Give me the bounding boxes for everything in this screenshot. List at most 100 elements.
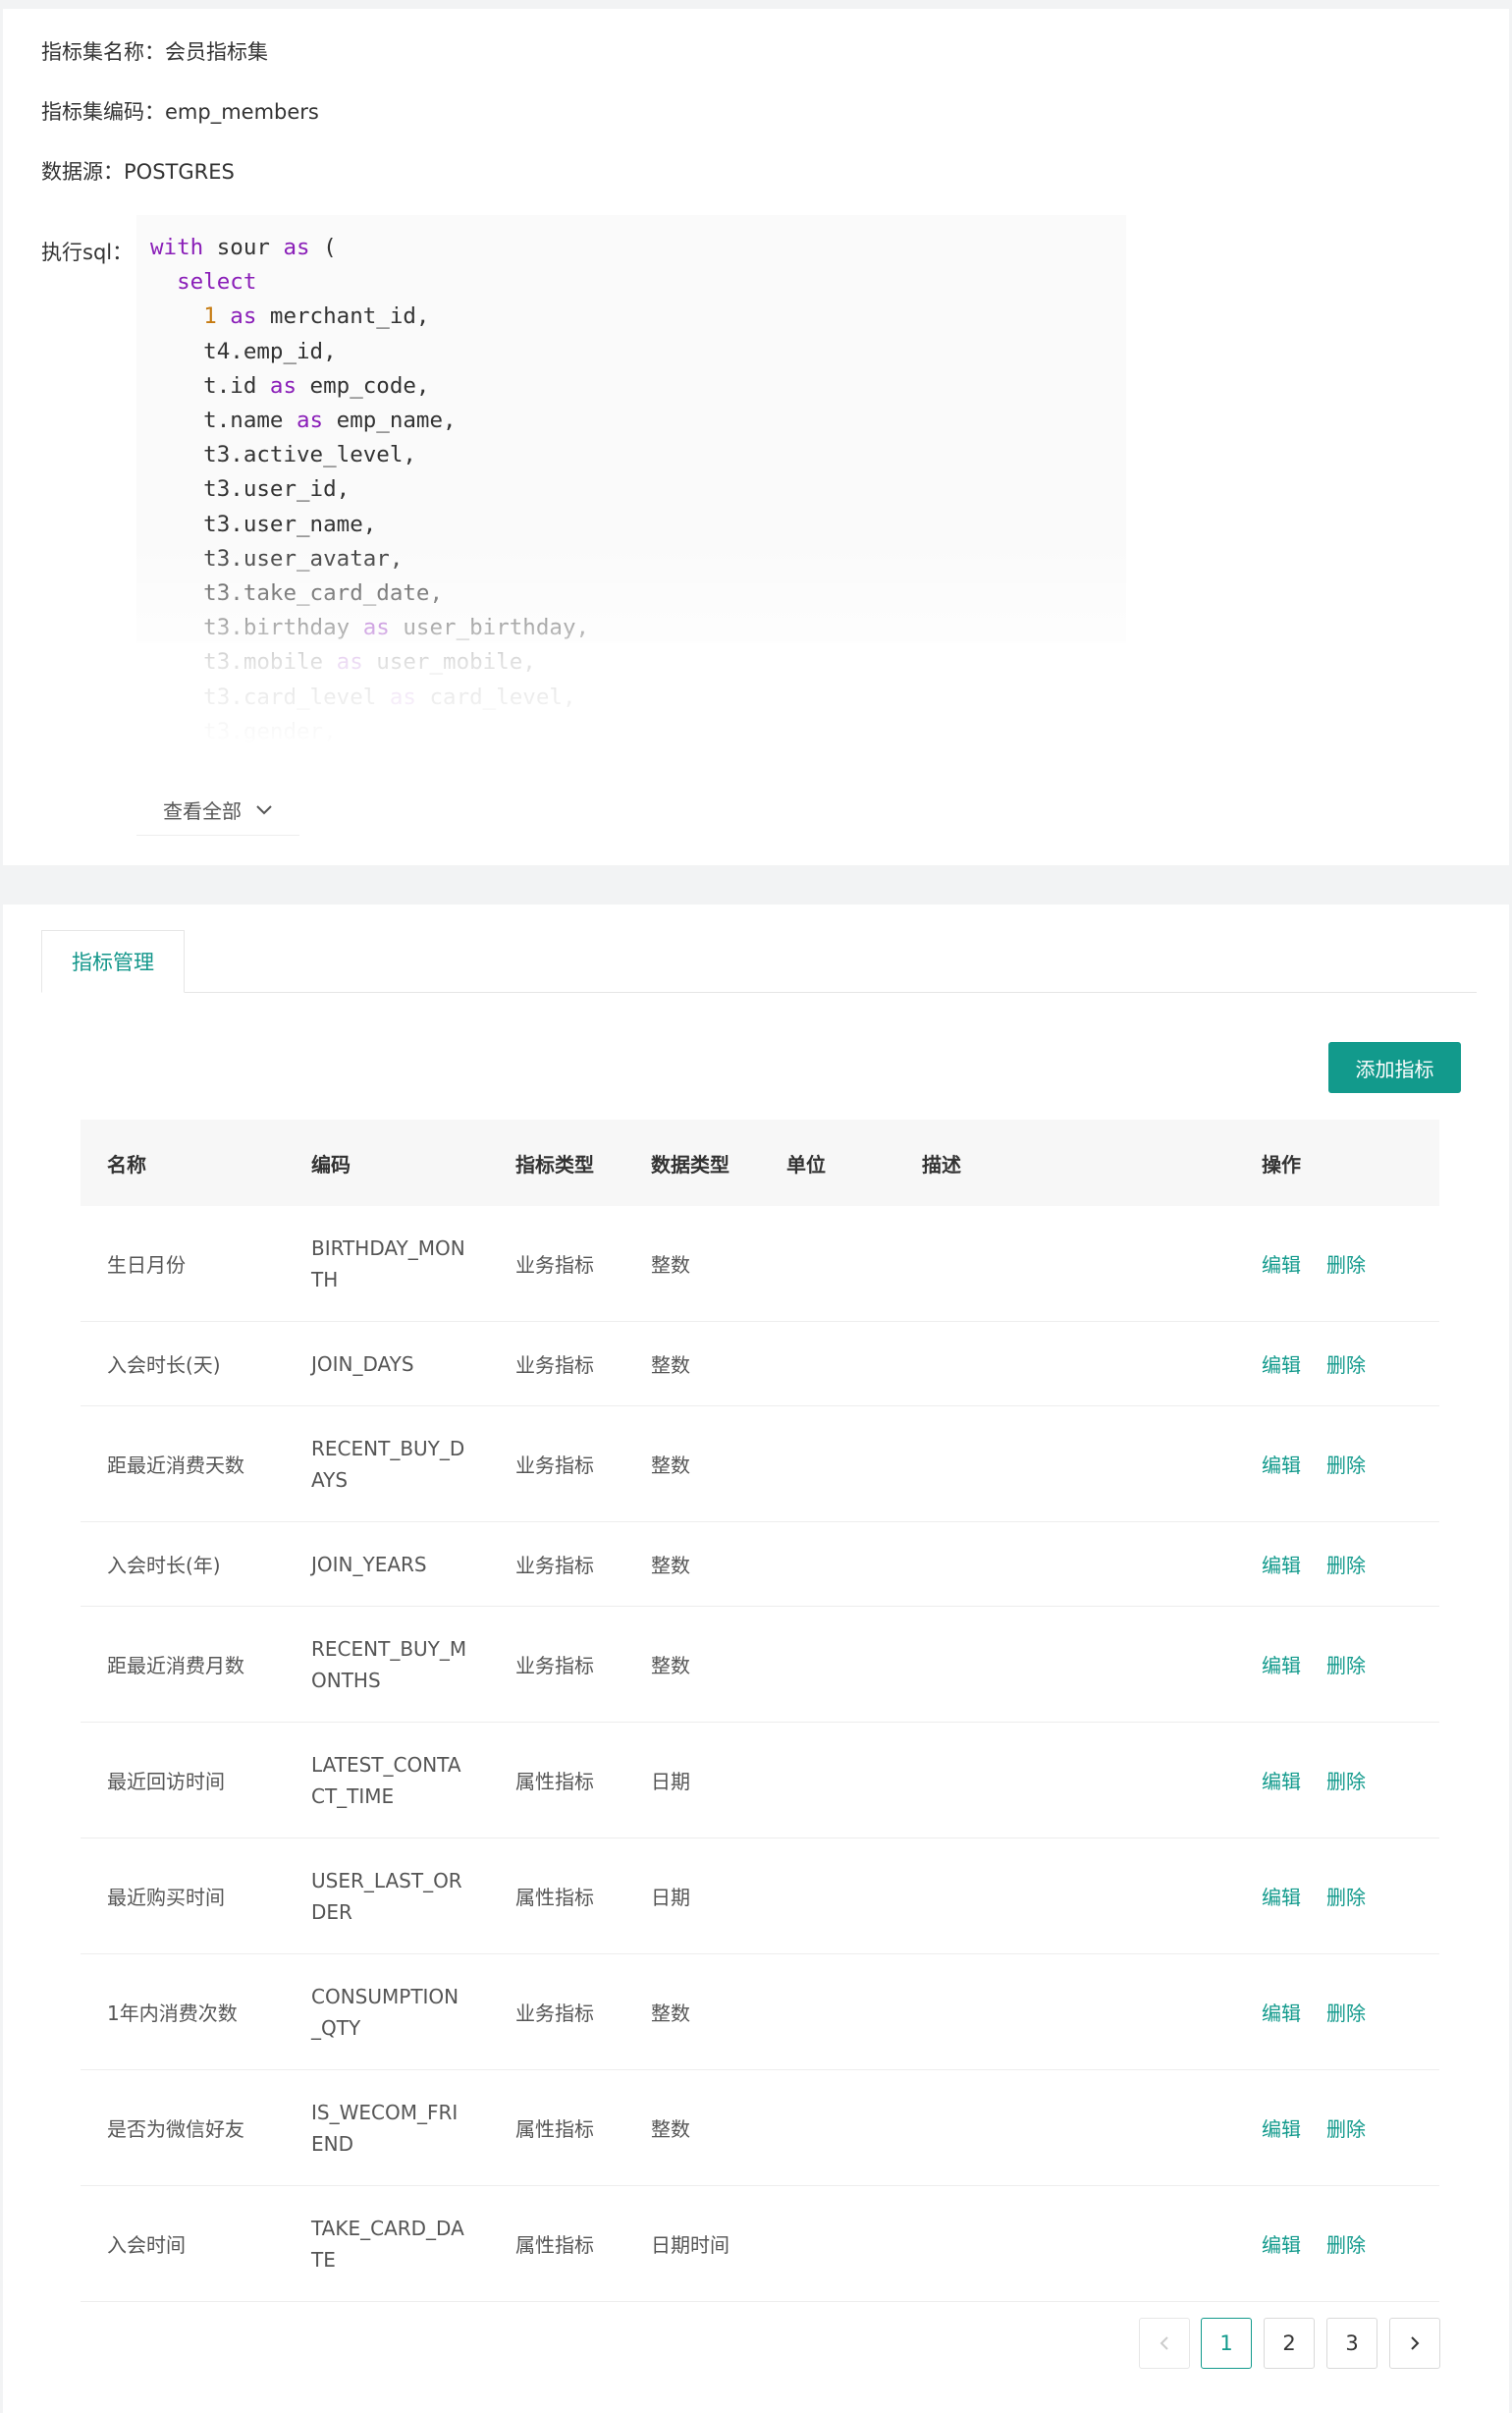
- cell-data-type: 整数: [651, 1554, 690, 1577]
- prev-page-button[interactable]: [1139, 2318, 1190, 2369]
- cell-data-type: 日期: [651, 1770, 690, 1793]
- table-row: 最近购买时间 USER_LAST_ORDER 属性指标 日期 编辑 删除: [81, 1838, 1439, 1954]
- cell-name: 距最近消费月数: [107, 1654, 244, 1677]
- cell-data-type: 整数: [651, 1353, 690, 1377]
- delete-link[interactable]: 删除: [1326, 1882, 1366, 1910]
- page-3-button[interactable]: 3: [1326, 2318, 1377, 2369]
- delete-link[interactable]: 删除: [1326, 1249, 1366, 1278]
- chevron-right-icon: [1411, 2336, 1420, 2350]
- cell-code: USER_LAST_ORDER: [311, 1868, 462, 1924]
- delete-link[interactable]: 删除: [1326, 1650, 1366, 1678]
- add-indicator-label: 添加指标: [1355, 1057, 1434, 1081]
- cell-actions: 编辑 删除: [1262, 1954, 1366, 2069]
- set-name-row: 指标集名称：会员指标集: [41, 36, 268, 66]
- sql-code-line: with sour as (: [150, 235, 337, 260]
- cell-indicator-type: 属性指标: [515, 2117, 594, 2141]
- header-name: 名称: [107, 1152, 146, 1177]
- cell-name: 入会时长(天): [107, 1353, 221, 1377]
- sql-label: 执行sql：: [41, 241, 134, 264]
- set-code-value: emp_members: [165, 100, 319, 124]
- sql-code-line: t3.mobile as user_mobile,: [150, 649, 536, 676]
- edit-link[interactable]: 编辑: [1262, 1550, 1301, 1578]
- tab-bar-divider: [41, 992, 1477, 993]
- edit-link[interactable]: 编辑: [1262, 1249, 1301, 1278]
- delete-link[interactable]: 删除: [1326, 1450, 1366, 1478]
- cell-code: BIRTHDAY_MONTH: [311, 1235, 465, 1291]
- sql-code-line: select: [177, 269, 257, 296]
- cell-data-type: 日期: [651, 1886, 690, 1909]
- next-page-button[interactable]: [1389, 2318, 1440, 2369]
- cell-actions: 编辑 删除: [1262, 2186, 1366, 2301]
- edit-link[interactable]: 编辑: [1262, 2113, 1301, 2142]
- sql-code-line: t3.gender,: [150, 718, 337, 744]
- indicator-set-info-card: 指标集名称：会员指标集 指标集编码：emp_members 数据源：POSTGR…: [3, 9, 1509, 865]
- set-name-value: 会员指标集: [165, 40, 268, 64]
- edit-link[interactable]: 编辑: [1262, 1882, 1301, 1910]
- edit-link[interactable]: 编辑: [1262, 1650, 1301, 1678]
- edit-link[interactable]: 编辑: [1262, 1766, 1301, 1794]
- header-data-type: 数据类型: [651, 1152, 729, 1177]
- cell-indicator-type: 属性指标: [515, 1770, 594, 1793]
- view-all-button[interactable]: 查看全部: [136, 785, 299, 836]
- cell-actions: 编辑 删除: [1262, 1838, 1366, 1953]
- header-code: 编码: [311, 1152, 351, 1177]
- cell-name: 入会时间: [107, 2233, 186, 2257]
- cell-name: 1年内消费次数: [107, 2002, 238, 2025]
- cell-actions: 编辑 删除: [1262, 1723, 1366, 1837]
- cell-indicator-type: 业务指标: [515, 1253, 594, 1277]
- cell-name: 是否为微信好友: [107, 2117, 244, 2141]
- table-row: 最近回访时间 LATEST_CONTACT_TIME 属性指标 日期 编辑 删除: [81, 1723, 1439, 1838]
- tab-indicator-management[interactable]: 指标管理: [41, 930, 185, 993]
- cell-code: RECENT_BUY_DAYS: [311, 1436, 465, 1492]
- cell-data-type: 整数: [651, 2117, 690, 2141]
- set-name-label: 指标集名称：: [41, 40, 165, 64]
- delete-link[interactable]: 删除: [1326, 2113, 1366, 2142]
- cell-data-type: 日期时间: [651, 2233, 729, 2257]
- table-row: 1年内消费次数 CONSUMPTION_QTY 业务指标 整数 编辑 删除: [81, 1954, 1439, 2070]
- cell-code: CONSUMPTION_QTY: [311, 1984, 459, 2040]
- table-row: 入会时长(天) JOIN_DAYS 业务指标 整数 编辑 删除: [81, 1322, 1439, 1406]
- sql-code-line: t3.user_id,: [150, 476, 351, 503]
- cell-actions: 编辑 删除: [1262, 1322, 1366, 1405]
- cell-actions: 编辑 删除: [1262, 1406, 1366, 1521]
- table-row: 是否为微信好友 IS_WECOM_FRIEND 属性指标 整数 编辑 删除: [81, 2070, 1439, 2186]
- page-1-button[interactable]: 1: [1201, 2318, 1252, 2369]
- add-indicator-button[interactable]: 添加指标: [1328, 1042, 1461, 1093]
- delete-link[interactable]: 删除: [1326, 2229, 1366, 2258]
- cell-code: JOIN_DAYS: [311, 1351, 414, 1376]
- header-actions: 操作: [1262, 1152, 1301, 1177]
- indicator-management-card: 指标管理 添加指标 名称 编码 指标类型 数据类型 单位 描述 操作 生日月份 B…: [3, 905, 1509, 2413]
- table-row: 入会时间 TAKE_CARD_DATE 属性指标 日期时间 编辑 删除: [81, 2186, 1439, 2302]
- edit-link[interactable]: 编辑: [1262, 1450, 1301, 1478]
- cell-indicator-type: 属性指标: [515, 1886, 594, 1909]
- delete-link[interactable]: 删除: [1326, 1349, 1366, 1378]
- data-source-label: 数据源：: [41, 160, 124, 184]
- cell-indicator-type: 属性指标: [515, 2233, 594, 2257]
- delete-link[interactable]: 删除: [1326, 1998, 1366, 2026]
- data-source-value: POSTGRES: [124, 160, 235, 184]
- sql-code-line: t.id as emp_code,: [150, 372, 430, 399]
- chevron-down-icon: [256, 804, 272, 814]
- sql-code-line: t3.user_name,: [150, 511, 377, 537]
- table-header: 名称 编码 指标类型 数据类型 单位 描述 操作: [81, 1120, 1439, 1206]
- cell-name: 生日月份: [107, 1253, 186, 1277]
- table-row: 生日月份 BIRTHDAY_MONTH 业务指标 整数 编辑 删除: [81, 1206, 1439, 1322]
- cell-actions: 编辑 删除: [1262, 1206, 1366, 1321]
- cell-indicator-type: 业务指标: [515, 2002, 594, 2025]
- cell-code: JOIN_YEARS: [311, 1552, 427, 1576]
- cell-name: 入会时长(年): [107, 1554, 221, 1577]
- cell-name: 距最近消费天数: [107, 1453, 244, 1477]
- cell-actions: 编辑 删除: [1262, 1607, 1366, 1722]
- delete-link[interactable]: 删除: [1326, 1550, 1366, 1578]
- cell-data-type: 整数: [651, 1453, 690, 1477]
- page-2-button[interactable]: 2: [1264, 2318, 1315, 2369]
- edit-link[interactable]: 编辑: [1262, 1998, 1301, 2026]
- edit-link[interactable]: 编辑: [1262, 2229, 1301, 2258]
- cell-indicator-type: 业务指标: [515, 1654, 594, 1677]
- delete-link[interactable]: 删除: [1326, 1766, 1366, 1794]
- sql-code-line: t3.active_level,: [150, 442, 416, 468]
- cell-indicator-type: 业务指标: [515, 1554, 594, 1577]
- cell-indicator-type: 业务指标: [515, 1353, 594, 1377]
- table-body: 生日月份 BIRTHDAY_MONTH 业务指标 整数 编辑 删除 入会时长(天) JOIN_…: [81, 1206, 1439, 2302]
- edit-link[interactable]: 编辑: [1262, 1349, 1301, 1378]
